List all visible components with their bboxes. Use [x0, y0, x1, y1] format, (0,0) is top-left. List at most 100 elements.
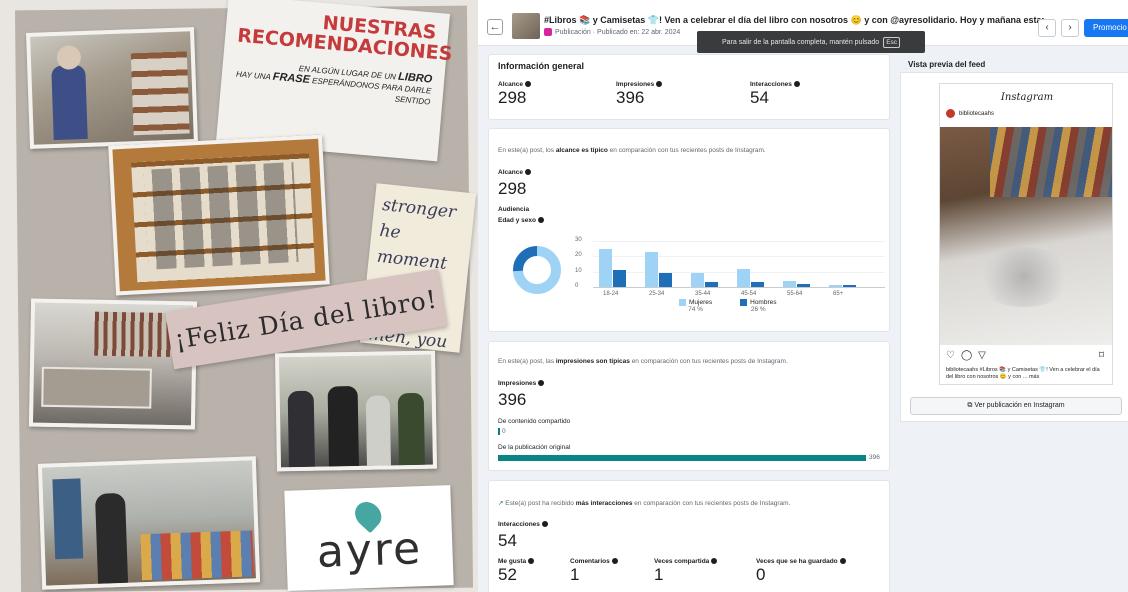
share-icon[interactable]: ▽ — [978, 350, 986, 361]
x-tick-label: 18-24 — [603, 291, 619, 297]
x-tick-label: 45-54 — [741, 291, 757, 297]
bar-women-45-54 — [737, 268, 750, 287]
avatar — [946, 109, 955, 118]
instagram-logo: Instagram — [1000, 92, 1054, 103]
gridline — [593, 241, 885, 242]
metric-reach: Alcance 298 — [498, 81, 531, 108]
gender-donut-chart — [513, 246, 561, 294]
external-link-icon: ⧉ — [967, 402, 973, 409]
post-author: bibliotecaahs — [946, 109, 994, 118]
shared-value: 0 — [498, 428, 506, 435]
gridline — [593, 287, 885, 288]
original-label: De la publicación original — [498, 444, 571, 451]
fullscreen-tooltip: Para salir de la pantalla completa, mant… — [697, 31, 925, 53]
original-bar — [498, 455, 866, 461]
shares-metric: Veces compartida 1 — [654, 558, 718, 585]
bar-women-18-24 — [599, 248, 612, 287]
comment-icon[interactable]: ◯ — [961, 350, 972, 361]
impressions-label: Impresiones — [498, 380, 545, 387]
instagram-post-preview: Instagram bibliotecaahs ♡ ◯ ▽ ⌑ bibliote… — [939, 83, 1113, 385]
next-post-button[interactable]: › — [1061, 19, 1079, 37]
esc-key: Esc — [883, 36, 901, 48]
impressions-note: En este(a) post, las impresiones son típ… — [498, 358, 788, 365]
view-on-instagram-button[interactable]: ⧉ Ver publicación en Instagram — [910, 397, 1122, 415]
bar-women-65+ — [829, 285, 842, 287]
reach-note: En este(a) post, los alcance es típico e… — [498, 147, 766, 154]
bar-women-35-44 — [691, 273, 704, 287]
interactions-note: ↗ Este(a) post ha recibido más interacci… — [498, 500, 791, 507]
original-value: 396 — [869, 454, 880, 461]
bar-men-18-24 — [613, 270, 626, 287]
reach-card: En este(a) post, los alcance es típico e… — [488, 128, 890, 332]
impressions-value: 396 — [498, 390, 527, 409]
ayre-logo-card: ayre — [284, 485, 454, 591]
info-icon[interactable] — [524, 81, 531, 88]
info-icon[interactable] — [839, 558, 846, 565]
info-icon[interactable] — [793, 81, 800, 88]
photo-students — [274, 350, 438, 472]
reach-value: 298 — [498, 179, 527, 198]
photo-book-display — [108, 134, 330, 296]
gridline — [593, 256, 885, 258]
info-icon[interactable] — [711, 558, 718, 565]
bar-men-65+ — [843, 285, 856, 287]
info-icon[interactable] — [528, 558, 535, 565]
reach-label: Alcance — [498, 169, 531, 176]
feed-preview-title: Vista previa del feed — [908, 60, 986, 69]
y-tick-label: 20 — [575, 252, 582, 259]
general-title: Información general — [498, 61, 585, 71]
info-icon[interactable] — [537, 217, 544, 224]
previous-post-button[interactable]: ‹ — [1038, 19, 1056, 37]
general-info-card: Información general Alcance 298 Impresio… — [488, 54, 890, 120]
likes-metric: Me gusta 52 — [498, 558, 535, 585]
x-tick-label: 65+ — [833, 291, 844, 297]
chart-legend: Mujeres 74 % Hombres 26 % — [679, 299, 777, 313]
post-subtitle: Publicación · Publicado en: 22 abr. 2024 — [544, 28, 680, 36]
age-sex-label: Edad y sexo — [498, 217, 544, 224]
heart-icon[interactable]: ♡ — [946, 350, 955, 361]
trend-up-icon: ↗ — [498, 500, 504, 507]
bar-women-55-64 — [783, 280, 796, 287]
legend-men: Hombres 26 % — [740, 299, 777, 313]
promote-button[interactable]: Promocio — [1084, 19, 1128, 37]
info-icon[interactable] — [524, 169, 531, 176]
shared-bar — [498, 428, 500, 435]
y-tick-label: 30 — [575, 237, 582, 243]
post-title: #Libros 📚 y Camisetas 👕! Ven a celebrar … — [544, 15, 1044, 25]
post-thumbnail — [512, 13, 540, 39]
post-caption: bibliotecaahs #Libros 📚 y Camisetas 👕! V… — [946, 367, 1100, 380]
x-tick-label: 25-34 — [649, 291, 665, 297]
legend-women: Mujeres 74 % — [679, 299, 712, 313]
interactions-value: 54 — [498, 531, 517, 550]
bar-men-25-34 — [659, 273, 672, 287]
y-tick-label: 10 — [575, 267, 582, 274]
instagram-icon — [544, 28, 552, 36]
feed-preview: Instagram bibliotecaahs ♡ ◯ ▽ ⌑ bibliote… — [900, 72, 1128, 422]
impressions-card: En este(a) post, las impresiones son típ… — [488, 341, 890, 471]
x-tick-label: 35-44 — [695, 291, 711, 297]
bar-women-25-34 — [645, 251, 658, 287]
legend-swatch-men — [740, 299, 748, 306]
comments-metric: Comentarios 1 — [570, 558, 618, 585]
metric-impressions: Impresiones 396 — [616, 81, 663, 108]
info-icon[interactable] — [611, 558, 618, 565]
bar-men-55-64 — [797, 283, 810, 287]
info-icon[interactable] — [538, 380, 545, 387]
age-sex-bar-chart: 30 20 10 0 18-24 25-34 35-44 45-54 55-64 65+ — [569, 237, 889, 303]
collage-poster: NUESTRAS RECOMENDACIONES EN ALGÚN LUGAR … — [0, 0, 478, 592]
audience-label: Audiencia — [498, 206, 530, 213]
shared-label: De contenido compartido — [498, 418, 571, 425]
x-tick-label: 55-64 — [787, 291, 803, 297]
y-tick-label: 0 — [575, 283, 579, 289]
info-icon[interactable] — [656, 81, 663, 88]
back-button[interactable]: ← — [487, 19, 503, 35]
interactions-card: ↗ Este(a) post ha recibido más interacci… — [488, 480, 890, 592]
saves-metric: Veces que se ha guardado 0 — [756, 558, 846, 585]
photo-book-stall — [37, 456, 261, 590]
interactions-label: Interacciones — [498, 521, 548, 528]
photo-woman-browsing — [26, 27, 198, 149]
insights-panel: ← #Libros 📚 y Camisetas 👕! Ven a celebra… — [478, 0, 1128, 592]
bookmark-icon[interactable]: ⌑ — [1099, 350, 1104, 361]
bar-men-45-54 — [751, 282, 764, 287]
info-icon[interactable] — [541, 521, 548, 528]
